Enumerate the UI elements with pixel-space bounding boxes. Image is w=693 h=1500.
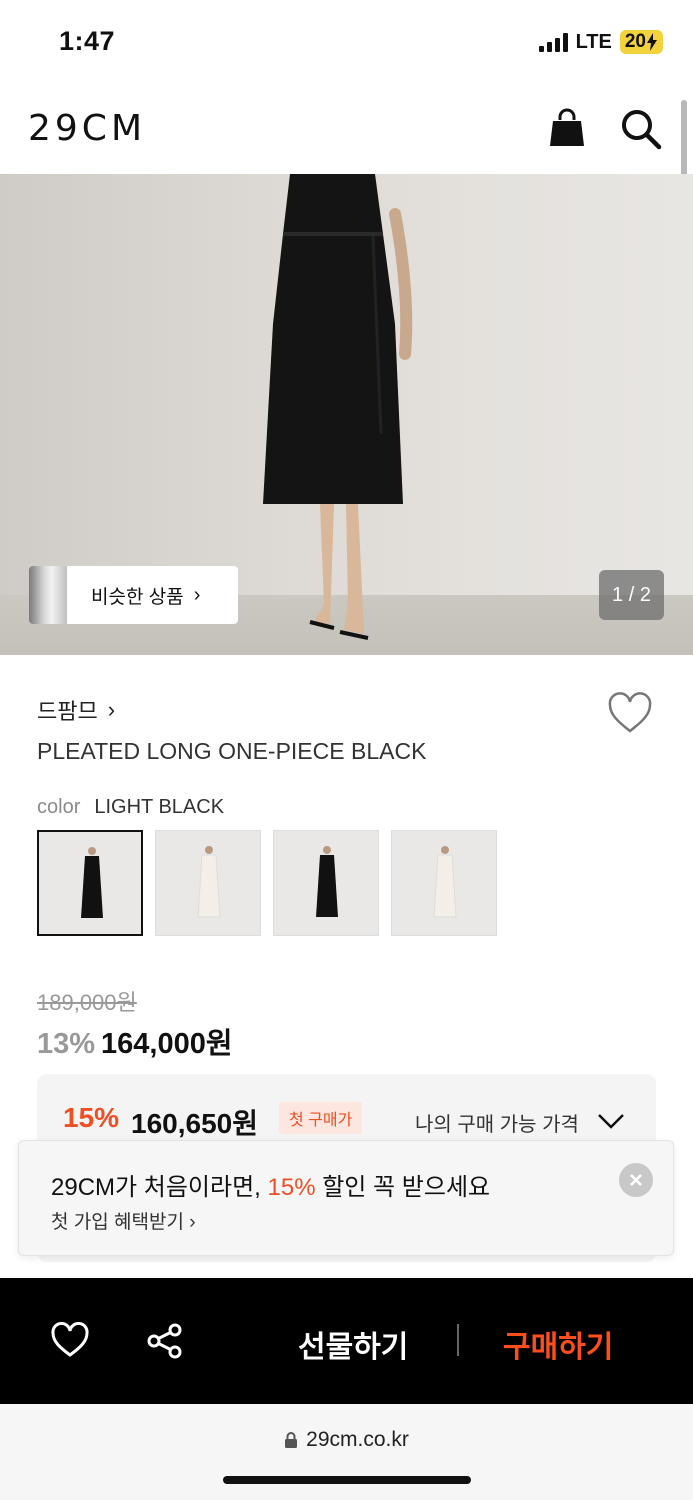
- url-display[interactable]: 29cm.co.kr: [0, 1428, 693, 1452]
- my-price: 160,650원: [131, 1108, 258, 1139]
- signup-benefit-label: 첫 가입 혜택받기: [51, 1212, 184, 1233]
- color-label: color: [37, 796, 81, 818]
- heart-icon[interactable]: [50, 1322, 90, 1358]
- close-icon[interactable]: [619, 1163, 653, 1197]
- search-icon[interactable]: [620, 108, 662, 150]
- header: 29CM: [0, 86, 693, 174]
- browser-url-bar[interactable]: 29cm.co.kr: [0, 1404, 693, 1500]
- first-purchase-badge: 첫 구매가: [279, 1102, 363, 1134]
- color-options: [37, 830, 497, 936]
- image-pager: 1 / 2: [599, 570, 664, 620]
- shopping-bag-icon[interactable]: [548, 108, 586, 148]
- buy-button[interactable]: 구매하기: [503, 1322, 613, 1366]
- share-icon[interactable]: [146, 1322, 184, 1360]
- sale-price: 164,000원: [101, 1028, 233, 1060]
- logo[interactable]: 29CM: [28, 108, 146, 149]
- toast-title-prefix: 29CM가 처음이라면,: [51, 1174, 268, 1201]
- original-price: 189,000원: [37, 990, 137, 1015]
- toast-title-highlight: 15%: [267, 1174, 316, 1201]
- status-bar: 1:47 LTE 20: [0, 0, 693, 86]
- lock-icon: [285, 1432, 298, 1448]
- signal-icon: [538, 32, 568, 52]
- toast-title-suffix: 할인 꼭 받으세요: [315, 1174, 491, 1201]
- network-label: LTE: [575, 30, 612, 53]
- my-discount-rate: 15%: [63, 1102, 120, 1133]
- toast-title: 29CM가 처음이라면, 15% 할인 꼭 받으세요: [51, 1167, 490, 1202]
- color-value: LIGHT BLACK: [94, 796, 225, 818]
- chevron-right-icon: ›: [193, 583, 201, 606]
- product-name: PLEATED LONG ONE-PIECE BLACK: [37, 738, 427, 764]
- color-option-1[interactable]: [37, 830, 143, 936]
- discount-rate: 13%: [37, 1028, 96, 1060]
- color-option-4[interactable]: [391, 830, 497, 936]
- chevron-down-icon[interactable]: [597, 1112, 625, 1130]
- dress-illustration: [263, 174, 413, 504]
- my-price-toggle-label[interactable]: 나의 구매 가능 가격: [415, 1108, 579, 1137]
- similar-thumbnail: [29, 566, 67, 624]
- gift-button[interactable]: 선물하기: [298, 1322, 408, 1366]
- battery-level: 20: [624, 31, 646, 52]
- status-time: 1:47: [59, 26, 116, 56]
- color-option-2[interactable]: [155, 830, 261, 936]
- dress-thumbnail-icon: [197, 846, 221, 918]
- brand-name: 드팜므: [37, 699, 98, 724]
- price-row: 13% 164,000원: [37, 1020, 233, 1062]
- action-divider: [457, 1324, 459, 1356]
- battery-icon: 20: [619, 30, 663, 54]
- signup-promo-toast: 29CM가 처음이라면, 15% 할인 꼭 받으세요 첫 가입 혜택받기 ›: [18, 1140, 674, 1256]
- wishlist-heart-icon[interactable]: [607, 692, 653, 734]
- dress-thumbnail-icon: [433, 846, 457, 918]
- dress-thumbnail-icon: [316, 846, 338, 917]
- chevron-right-icon: ›: [107, 697, 116, 722]
- product-image[interactable]: 비슷한 상품 › 1 / 2: [0, 174, 693, 655]
- color-option-3[interactable]: [273, 830, 379, 936]
- chevron-right-icon: ›: [189, 1212, 196, 1233]
- brand-link[interactable]: 드팜므 ›: [37, 694, 115, 726]
- status-right: LTE 20: [538, 30, 663, 54]
- url-text: 29cm.co.kr: [306, 1428, 409, 1451]
- similar-products-button[interactable]: 비슷한 상품 ›: [29, 566, 238, 624]
- dress-thumbnail-icon: [81, 847, 103, 918]
- signup-benefit-link[interactable]: 첫 가입 혜택받기 ›: [51, 1207, 196, 1234]
- legs-illustration: [309, 504, 369, 640]
- home-indicator[interactable]: [223, 1476, 471, 1484]
- color-row: color LIGHT BLACK: [37, 796, 224, 819]
- similar-products-label: 비슷한 상품: [91, 586, 184, 608]
- bottom-action-bar: 선물하기 구매하기: [0, 1278, 693, 1404]
